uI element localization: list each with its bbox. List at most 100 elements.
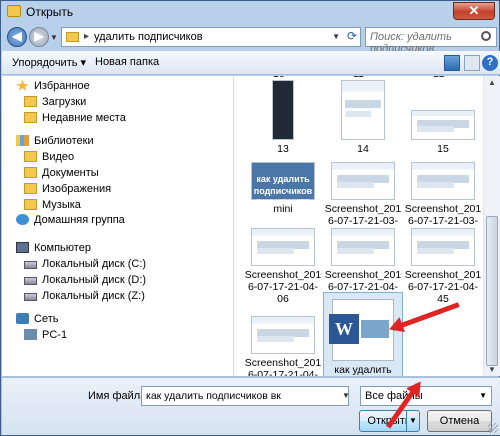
word-logo-icon: W — [329, 314, 359, 344]
new-folder-button[interactable]: Новая папка — [95, 56, 159, 68]
sidebar-item-pc-1[interactable]: PC-1 — [24, 329, 67, 343]
sidebar-item-network[interactable]: Сеть — [16, 313, 58, 327]
sidebar-item-label: Музыка — [42, 199, 81, 211]
computer-icon — [16, 242, 29, 253]
file-thumbnail — [251, 228, 315, 266]
scroll-up-icon[interactable]: ▲ — [488, 78, 496, 87]
file-item-screenshot[interactable]: Screenshot_2016-07-17-21-04-53 — [243, 316, 323, 376]
sidebar-item-downloads[interactable]: Загрузки — [24, 96, 86, 110]
music-library-icon — [24, 199, 37, 210]
recent-locations-dropdown[interactable]: ▼ — [50, 33, 58, 42]
forward-button[interactable]: ▶ — [29, 27, 49, 47]
file-item-screenshot[interactable]: Screenshot_2016-07-17-21-04-06 — [243, 228, 323, 305]
file-thumbnail — [331, 162, 395, 200]
sidebar-item-label: Изображения — [42, 183, 112, 195]
sidebar-item-label: Видео — [42, 151, 75, 163]
network-icon — [16, 313, 29, 324]
drive-icon — [24, 277, 37, 285]
dialog-footer: Имя файла: как удалить подписчиков вк ▼ … — [2, 377, 500, 435]
folder-icon — [66, 32, 79, 42]
file-name: как удалить подписчиков вк — [334, 364, 392, 376]
change-view-icon[interactable] — [444, 55, 460, 71]
file-name: 15 — [437, 143, 449, 155]
search-icon[interactable] — [481, 31, 491, 41]
sidebar-item-label: Избранное — [34, 80, 90, 92]
search-input[interactable]: Поиск: удалить подписчиков — [365, 27, 497, 55]
file-item-mini[interactable]: как удалить подписчиков ВКОНТАКТЕ mini — [243, 162, 323, 215]
file-item-13[interactable]: 13 — [243, 80, 323, 155]
document-preview — [361, 320, 389, 338]
file-thumbnail — [411, 228, 475, 266]
file-thumbnail — [411, 110, 475, 140]
file-item-15[interactable]: 15 — [403, 80, 483, 155]
sidebar-item-label: Компьютер — [34, 242, 91, 254]
drive-icon — [24, 293, 37, 301]
file-name: 14 — [357, 143, 369, 155]
file-thumbnail — [331, 228, 395, 266]
toolbar: Упорядочить ▾ Новая папка ? — [2, 51, 500, 75]
sidebar-item-documents[interactable]: Документы — [24, 167, 99, 181]
vertical-scrollbar[interactable]: ▲ ▼ — [483, 76, 500, 376]
sidebar-item-recent-places[interactable]: Недавние места — [24, 112, 126, 126]
help-icon[interactable]: ? — [482, 55, 498, 71]
scrollbar-thumb[interactable] — [486, 216, 498, 366]
sidebar-item-computer[interactable]: Компьютер — [16, 242, 91, 256]
sidebar-item-label: Сеть — [34, 313, 59, 325]
file-thumbnail — [251, 316, 315, 354]
computer-icon — [24, 329, 37, 340]
filename-field[interactable]: как удалить подписчиков вк — [141, 386, 349, 406]
sidebar-item-label: Локальный диск (C:) — [42, 258, 147, 270]
word-document-icon: W — [329, 299, 394, 361]
sidebar-item-label: Домашняя группа — [34, 214, 125, 226]
sidebar-item-label: Локальный диск (D:) — [42, 274, 147, 286]
close-button[interactable]: ✕ — [453, 2, 495, 20]
sidebar-item-libraries[interactable]: Библиотеки — [16, 135, 94, 149]
chevron-down-icon[interactable]: ▼ — [332, 32, 340, 41]
sidebar-item-images[interactable]: Изображения — [24, 183, 111, 197]
sidebar-item-favorites[interactable]: Избранное — [16, 80, 90, 94]
file-item-14[interactable]: 14 — [323, 80, 403, 155]
file-thumbnail — [272, 80, 294, 140]
back-button[interactable]: ◀ — [7, 27, 27, 47]
open-options-button[interactable]: ▼ — [406, 410, 420, 432]
sidebar-item-label: PC-1 — [42, 329, 68, 341]
sidebar-item-label: Локальный диск (Z:) — [42, 290, 145, 302]
navigation-pane: Избранное Загрузки Недавние места Библио… — [2, 76, 234, 376]
scroll-down-icon[interactable]: ▼ — [488, 365, 496, 374]
sidebar-item-video[interactable]: Видео — [24, 151, 74, 165]
file-name: Screenshot_2016-07-17-21-04-06 — [244, 269, 322, 305]
sidebar-item-homegroup[interactable]: Домашняя группа — [16, 214, 125, 228]
sidebar-item-music[interactable]: Музыка — [24, 199, 81, 213]
chevron-down-icon[interactable]: ▼ — [342, 391, 350, 400]
file-item-screenshot[interactable]: Screenshot_2016-07-17-21-04-45 — [403, 228, 483, 305]
sidebar-item-drive-z[interactable]: Локальный диск (Z:) — [24, 290, 145, 304]
sidebar-item-label: Недавние места — [42, 112, 126, 124]
title-bar[interactable]: Открыть ✕ — [1, 1, 499, 23]
file-thumbnail: как удалить подписчиков ВКОНТАКТЕ — [251, 162, 315, 208]
sidebar-item-label: Загрузки — [42, 96, 87, 108]
sidebar-item-drive-d[interactable]: Локальный диск (D:) — [24, 274, 146, 288]
star-icon — [16, 80, 29, 91]
folder-icon — [7, 5, 21, 17]
navigation-bar: ◀ ▶ ▼ ▸ удалить подписчиков ▼ ⟳ Поиск: у… — [5, 25, 497, 55]
file-thumbnail — [411, 162, 475, 200]
window-title: Открыть — [26, 5, 74, 19]
organize-button[interactable]: Упорядочить ▾ — [12, 56, 86, 69]
breadcrumb-separator[interactable]: ▸ — [84, 31, 89, 42]
file-name: Screenshot_2016-07-17-21-04-45 — [404, 269, 482, 305]
downloads-folder-icon — [24, 96, 37, 107]
cancel-button[interactable]: Отмена — [427, 410, 492, 432]
documents-library-icon — [24, 167, 37, 178]
preview-pane-icon[interactable] — [464, 55, 480, 71]
sidebar-item-label: Библиотеки — [34, 135, 94, 147]
libraries-icon — [16, 135, 29, 146]
sidebar-item-drive-c[interactable]: Локальный диск (C:) — [24, 258, 146, 272]
breadcrumb[interactable]: удалить подписчиков — [94, 31, 203, 43]
resize-grip[interactable] — [488, 423, 498, 433]
refresh-icon[interactable]: ⟳ — [347, 29, 357, 43]
filetype-select[interactable]: Все файлы ▼ — [360, 386, 492, 406]
address-bar[interactable]: ▸ удалить подписчиков ▼ ⟳ — [61, 27, 361, 47]
sidebar-item-label: Документы — [42, 167, 99, 179]
pictures-library-icon — [24, 183, 37, 194]
open-file-dialog: Открыть ✕ ◀ ▶ ▼ ▸ удалить подписчиков ▼ … — [0, 0, 500, 436]
